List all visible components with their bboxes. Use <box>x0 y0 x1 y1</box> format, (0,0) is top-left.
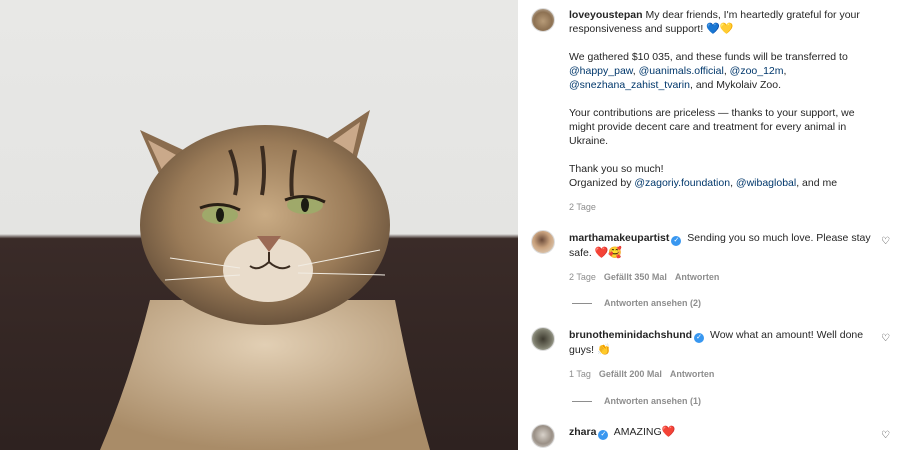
replies-divider <box>572 302 592 304</box>
mention-zagoriy-foundation[interactable]: @zagoriy.foundation <box>634 177 730 189</box>
verified-badge-icon: ✓ <box>694 333 705 343</box>
caption-thanks: Thank you so much! <box>569 163 664 175</box>
mention-zoo-12m[interactable]: @zoo_12m <box>730 65 784 77</box>
comment-likes[interactable]: Gefällt 350 Mal <box>604 272 667 282</box>
mention-happy-paw[interactable]: @happy_paw <box>569 65 633 77</box>
replies-divider <box>572 400 592 402</box>
comment-username[interactable]: marthamakeupartist <box>569 232 669 244</box>
comment-emoji: ❤️ <box>661 425 676 438</box>
comment-time[interactable]: 2 Tage <box>569 272 596 282</box>
post-photo[interactable] <box>0 0 518 450</box>
caption-organized-prefix: Organized by <box>569 177 632 189</box>
comment-emoji: ❤️🥰 <box>594 246 623 259</box>
comments-panel: loveyoustepan My dear friends, I'm heart… <box>518 0 900 450</box>
instagram-post-view: loveyoustepan My dear friends, I'm heart… <box>0 0 900 450</box>
caption-heart-emojis: 💙💛 <box>706 22 734 35</box>
view-replies-label: Antworten ansehen (2) <box>604 298 702 308</box>
comment-item: zhara ✓ AMAZING❤️ <box>569 425 877 440</box>
comment-likes[interactable]: Gefällt 200 Mal <box>599 369 662 379</box>
post-author-username[interactable]: loveyoustepan <box>569 9 643 21</box>
verified-badge-icon: ✓ <box>598 430 609 440</box>
reply-button[interactable]: Antworten <box>675 272 720 282</box>
view-replies-label: Antworten ansehen (1) <box>604 396 702 406</box>
comment-avatar[interactable] <box>531 424 555 448</box>
comment-avatar[interactable] <box>531 327 555 351</box>
post-caption: loveyoustepan My dear friends, I'm heart… <box>569 9 860 189</box>
caption-organized-tail: , and me <box>796 177 838 189</box>
heart-outline-icon[interactable]: ♡ <box>881 334 891 344</box>
comment-meta: 2 Tage Gefällt 350 Mal Antworten <box>569 270 719 284</box>
mention-uanimals[interactable]: @uanimals.official <box>639 65 724 77</box>
view-replies-button[interactable]: Antworten ansehen (2) <box>572 296 701 310</box>
comment-text: AMAZING <box>613 426 662 438</box>
caption-funds-text: We gathered $10 035, and these funds wil… <box>569 51 848 63</box>
view-replies-button[interactable]: Antworten ansehen (1) <box>572 394 701 408</box>
mention-wibaglobal[interactable]: @wibaglobal <box>736 177 796 189</box>
reply-button[interactable]: Antworten <box>670 369 715 379</box>
comment-item: brunotheminidachshund ✓ Wow what an amoun… <box>569 328 877 357</box>
post-timestamp[interactable]: 2 Tage <box>569 200 596 214</box>
comment-item: marthamakeupartist ✓ Sending you so much … <box>569 231 877 260</box>
cat-photo-illustration <box>100 110 430 450</box>
comment-username[interactable]: zhara <box>569 426 596 438</box>
comment-emoji: 👏 <box>597 343 611 356</box>
caption-contributions-text: Your contributions are priceless — thank… <box>569 107 855 147</box>
comment-time[interactable]: 1 Tag <box>569 369 591 379</box>
heart-outline-icon[interactable]: ♡ <box>881 237 891 247</box>
comment-avatar[interactable] <box>531 230 555 254</box>
comment-username[interactable]: brunotheminidachshund <box>569 329 692 341</box>
caption-funds-tail: , and Mykolaiv Zoo. <box>689 79 782 91</box>
post-author-avatar[interactable] <box>531 8 555 32</box>
mention-snezhana[interactable]: @snezhana_zahist_tvarin <box>569 79 690 91</box>
comment-meta: 1 Tag Gefällt 200 Mal Antworten <box>569 367 714 381</box>
verified-badge-icon: ✓ <box>671 236 682 246</box>
heart-outline-icon[interactable]: ♡ <box>881 431 891 441</box>
